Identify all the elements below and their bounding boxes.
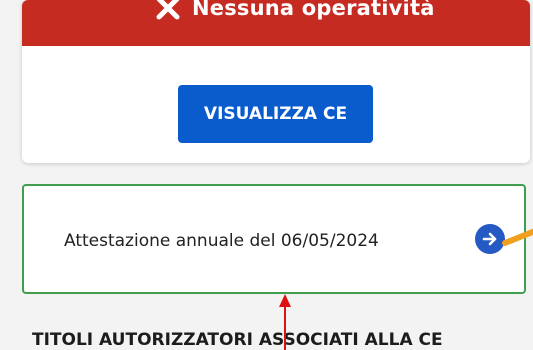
visualizza-ce-button[interactable]: VISUALIZZA CE [178,85,373,143]
status-banner-text: Nessuna operatività [192,0,435,20]
section-heading: TITOLI AUTORIZZATORI ASSOCIATI ALLA CE [32,330,443,350]
red-arrow-annotation [279,294,291,350]
status-card: Nessuna operatività VISUALIZZA CE [22,0,530,163]
close-icon [156,0,180,20]
orange-pointer-annotation [502,228,533,246]
arrow-right-circle-icon[interactable] [475,224,505,254]
attestazione-label: Attestazione annuale del 06/05/2024 [64,231,379,251]
status-banner: Nessuna operatività [22,0,530,46]
attestazione-card[interactable]: Attestazione annuale del 06/05/2024 [22,184,526,294]
